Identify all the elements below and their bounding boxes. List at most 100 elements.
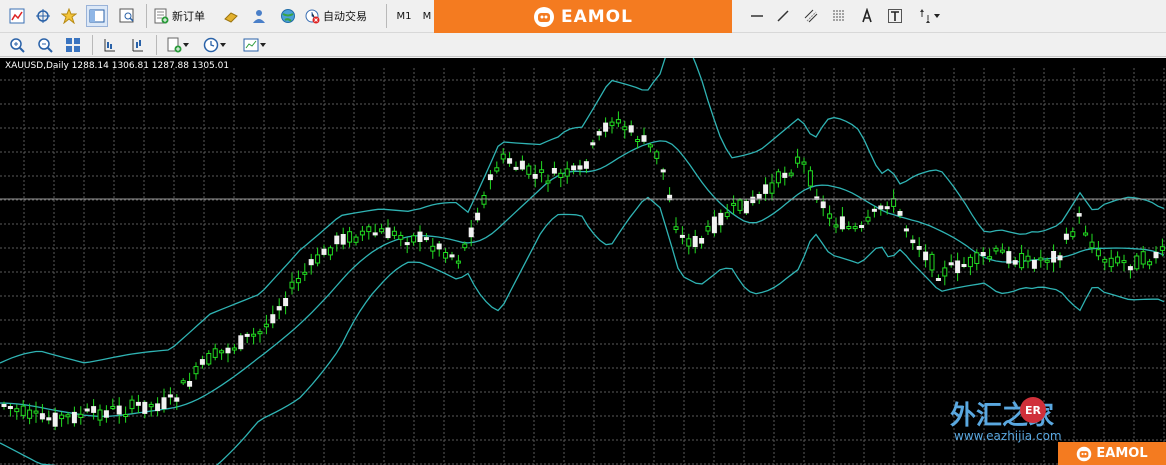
candle-body [404,242,410,246]
candle-body [903,228,909,232]
candle-body [27,409,33,419]
candle-body [244,333,250,337]
arrows-dropdown-button[interactable] [912,5,946,27]
candle-body [833,224,839,228]
candle-body [865,216,871,222]
candle-body [59,414,65,420]
candle-body [686,238,692,247]
candle-body [711,216,717,234]
candle-body [1031,259,1037,269]
timeframe-m-label: M [422,10,432,22]
chart-shift-button[interactable] [98,34,120,56]
candle-body [891,198,897,207]
text-icon [862,8,872,23]
chart-icon [9,8,25,24]
chevron-down-icon [260,43,266,47]
timeframe-m5-button[interactable]: M [420,5,434,27]
user-icon [253,10,265,23]
navigator-button[interactable] [86,5,108,27]
candle-body [532,174,538,179]
candle-body [308,259,314,266]
candle-body [283,298,289,307]
candle-body [423,237,429,241]
template-icon [243,38,259,52]
zoom-out-button[interactable] [34,34,56,56]
crosshair-button[interactable] [32,5,54,27]
candle-body [219,350,225,354]
candle-body [775,171,781,184]
candle-body [795,156,801,164]
candle-body [39,413,45,420]
candle-body [961,264,967,267]
candle-body [385,227,391,239]
candle-body [1057,255,1063,261]
signals-button[interactable] [248,5,270,27]
tile-windows-button[interactable] [62,34,84,56]
candle-body [929,253,935,271]
market-watch-button[interactable] [220,5,242,27]
text-button[interactable] [856,5,878,27]
candle-body [513,166,519,170]
new-order-icon [154,8,169,24]
candle-body [955,260,961,274]
eamol-logo-icon [1077,446,1092,461]
candle-body [462,243,468,249]
candle-body [321,248,327,255]
candle-body [654,151,660,159]
candle-body [705,225,711,232]
candle-body [987,256,993,260]
terminal-button[interactable] [116,5,138,27]
candle-body [807,170,813,187]
candle-body [334,235,340,245]
fibonacci-icon [833,10,845,21]
candle-body [110,406,116,409]
candle-body [1083,232,1089,236]
clock-icon [203,37,219,53]
new-chart-button[interactable] [6,5,28,27]
candle-body [699,238,705,244]
candle-body [455,260,461,264]
new-order-button[interactable]: 新订单 [152,5,214,27]
toolbar-separator [92,35,93,55]
horizontal-line-button[interactable] [746,5,768,27]
arrows-icon [920,9,930,23]
auto-trading-button[interactable]: 自动交易 [303,5,379,27]
candle-body [1153,251,1159,259]
candle-body [193,366,199,375]
candle-body [743,201,749,214]
autoscroll-button[interactable] [126,34,148,56]
trendline-button[interactable] [772,5,794,27]
candle-body [615,119,621,124]
candle-body [251,333,257,337]
candle-body [1108,257,1114,268]
new-order-label: 新订单 [172,10,205,23]
chevron-down-icon [220,43,226,47]
tile-windows-icon [66,38,80,52]
candle-body [379,228,385,233]
channel-button[interactable] [800,5,822,27]
periods-dropdown-button[interactable] [198,34,232,56]
text-label-button[interactable] [884,5,906,27]
candle-body [20,405,26,416]
candle-body [609,121,615,127]
candle-body [443,252,449,259]
candle-body [1140,251,1146,265]
candle-body [347,231,353,243]
trendline-icon [777,10,789,22]
zoom-in-button[interactable] [6,34,28,56]
candle-body [993,247,999,252]
favorites-button[interactable] [58,5,80,27]
timeframe-m1-button[interactable]: M1 [392,5,416,27]
chart-shift-icon [104,39,115,52]
templates-dropdown-button[interactable] [238,34,272,56]
candle-body [679,234,685,238]
candle-body [1012,260,1018,265]
candle-body [571,165,577,171]
candle-body [884,206,890,210]
market-button[interactable] [277,5,299,27]
indicators-dropdown-button[interactable] [162,34,194,56]
fibonacci-button[interactable] [828,5,850,27]
candle-body [923,251,929,261]
candle-body [603,122,609,132]
candle-body [1127,266,1133,271]
